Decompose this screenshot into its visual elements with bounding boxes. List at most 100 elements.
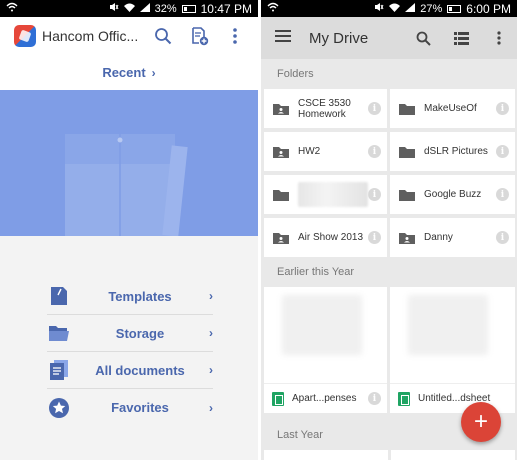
documents-icon <box>47 358 71 382</box>
folder-card[interactable]: Air Show 2013 i <box>264 218 387 257</box>
menu-item-all-documents[interactable]: All documents › <box>47 352 213 389</box>
info-icon[interactable]: i <box>368 102 381 115</box>
chevron-right-icon: › <box>209 400 213 415</box>
document-card[interactable]: Untitled...dsheet <box>390 287 515 413</box>
folder-name: Air Show 2013 <box>298 232 364 243</box>
battery-percent: 32% <box>154 2 177 15</box>
folder-name: HW2 <box>298 146 321 157</box>
document-name: Untitled...dsheet <box>418 393 491 404</box>
battery-percent: 27% <box>420 2 443 15</box>
folder-grid: CSCE 3530 Homework i MakeUseOf i HW2 i d… <box>261 89 517 257</box>
folder-card[interactable]: Danny i <box>390 218 515 257</box>
section-header-folders: Folders <box>277 68 314 80</box>
folder-name: MakeUseOf <box>424 103 477 114</box>
folder-card[interactable]: dSLR Pictures i <box>390 132 515 171</box>
folder-icon <box>273 189 289 201</box>
template-icon <box>47 284 71 308</box>
info-icon[interactable]: i <box>368 145 381 158</box>
status-bar: 32% 10:47 PM <box>0 0 258 17</box>
folder-card[interactable]: HW2 i <box>264 132 387 171</box>
last-year-cards-peek <box>264 450 515 460</box>
document-footer: Apart...penses i <box>264 383 387 413</box>
app-toolbar: Hancom Offic... <box>0 17 258 55</box>
menu-label: Storage <box>115 325 165 341</box>
folder-icon <box>399 103 415 115</box>
menu-item-templates[interactable]: Templates › <box>47 278 213 315</box>
status-bar: 27% 6:00 PM <box>261 0 517 17</box>
hancom-logo-icon <box>14 25 36 47</box>
envelope-folder-illustration <box>65 134 188 236</box>
folder-name: Google Buzz <box>424 189 482 200</box>
info-icon[interactable]: i <box>496 188 509 201</box>
drive-toolbar: My Drive <box>261 17 517 59</box>
info-icon[interactable]: i <box>496 231 509 244</box>
new-document-icon[interactable] <box>186 23 212 49</box>
folder-name: CSCE 3530 Homework <box>298 97 351 120</box>
status-time: 10:47 PM <box>200 1 252 16</box>
recent-label: Recent <box>102 65 146 80</box>
hamburger-menu-icon[interactable] <box>275 29 291 47</box>
info-icon[interactable]: i <box>368 392 381 405</box>
overflow-menu-icon[interactable] <box>487 26 511 50</box>
document-thumbnail <box>408 295 488 355</box>
document-name: Apart...penses <box>292 393 357 404</box>
notification-icon <box>6 2 18 15</box>
menu-item-favorites[interactable]: Favorites › <box>47 389 213 426</box>
signal-icon <box>139 2 150 15</box>
shared-folder-icon <box>273 103 289 115</box>
mute-icon <box>374 2 384 15</box>
spreadsheet-icon <box>398 391 410 406</box>
file-menu: Templates › Storage › All documents › Fa… <box>47 278 213 426</box>
section-header-earlier-this-year: Earlier this Year <box>277 266 355 278</box>
recent-empty-banner <box>0 90 258 236</box>
status-time: 6:00 PM <box>466 1 511 16</box>
app-title: Hancom Offic... <box>42 28 139 44</box>
chevron-right-icon: › <box>209 363 213 377</box>
redacted-folder-name <box>298 182 368 207</box>
search-icon[interactable] <box>150 23 176 49</box>
info-icon[interactable]: i <box>496 145 509 158</box>
folder-card[interactable]: MakeUseOf i <box>390 89 515 128</box>
split-screenshot: 32% 10:47 PM Hancom Offic... Recent › Te… <box>0 0 517 460</box>
hancom-office-pane: 32% 10:47 PM Hancom Offic... Recent › Te… <box>0 0 258 460</box>
list-view-icon[interactable] <box>449 26 473 50</box>
search-icon[interactable] <box>411 26 435 50</box>
shared-folder-icon <box>399 232 415 244</box>
folder-open-icon <box>47 321 71 345</box>
info-icon[interactable]: i <box>496 102 509 115</box>
overflow-menu-icon[interactable] <box>222 23 248 49</box>
page-title: My Drive <box>309 29 369 47</box>
menu-label: Favorites <box>111 400 169 415</box>
chevron-right-icon: › <box>151 65 156 80</box>
document-card[interactable]: Apart...penses i <box>264 287 387 413</box>
folder-icon <box>399 189 415 201</box>
battery-icon <box>447 4 462 13</box>
wifi-icon <box>389 3 401 15</box>
folder-card[interactable]: CSCE 3530 Homework i <box>264 89 387 128</box>
info-icon[interactable]: i <box>368 188 381 201</box>
google-drive-pane: 27% 6:00 PM My Drive Folders CSCE 3530 H… <box>261 0 517 460</box>
info-icon[interactable]: i <box>368 231 381 244</box>
signal-icon <box>405 2 416 15</box>
chevron-right-icon: › <box>209 289 213 303</box>
shared-folder-icon <box>273 146 289 158</box>
battery-icon <box>181 4 196 13</box>
folder-card[interactable]: Google Buzz i <box>390 175 515 214</box>
shared-folder-icon <box>273 232 289 244</box>
menu-label: Templates <box>108 288 172 304</box>
star-icon <box>47 396 71 420</box>
document-grid: Apart...penses i Untitled...dsheet <box>261 287 517 413</box>
menu-item-storage[interactable]: Storage › <box>47 315 213 352</box>
chevron-right-icon: › <box>209 326 213 340</box>
folder-card[interactable]: i <box>264 175 387 214</box>
document-thumbnail <box>282 295 362 355</box>
add-new-button[interactable]: + <box>461 402 501 442</box>
recent-link[interactable]: Recent › <box>0 55 258 90</box>
folder-name: dSLR Pictures <box>424 146 488 157</box>
menu-label: All documents <box>95 362 185 378</box>
spreadsheet-icon <box>272 391 284 406</box>
mute-icon <box>109 2 119 15</box>
folder-icon <box>399 146 415 158</box>
folder-name: Danny <box>424 232 453 243</box>
wifi-icon <box>123 3 135 15</box>
